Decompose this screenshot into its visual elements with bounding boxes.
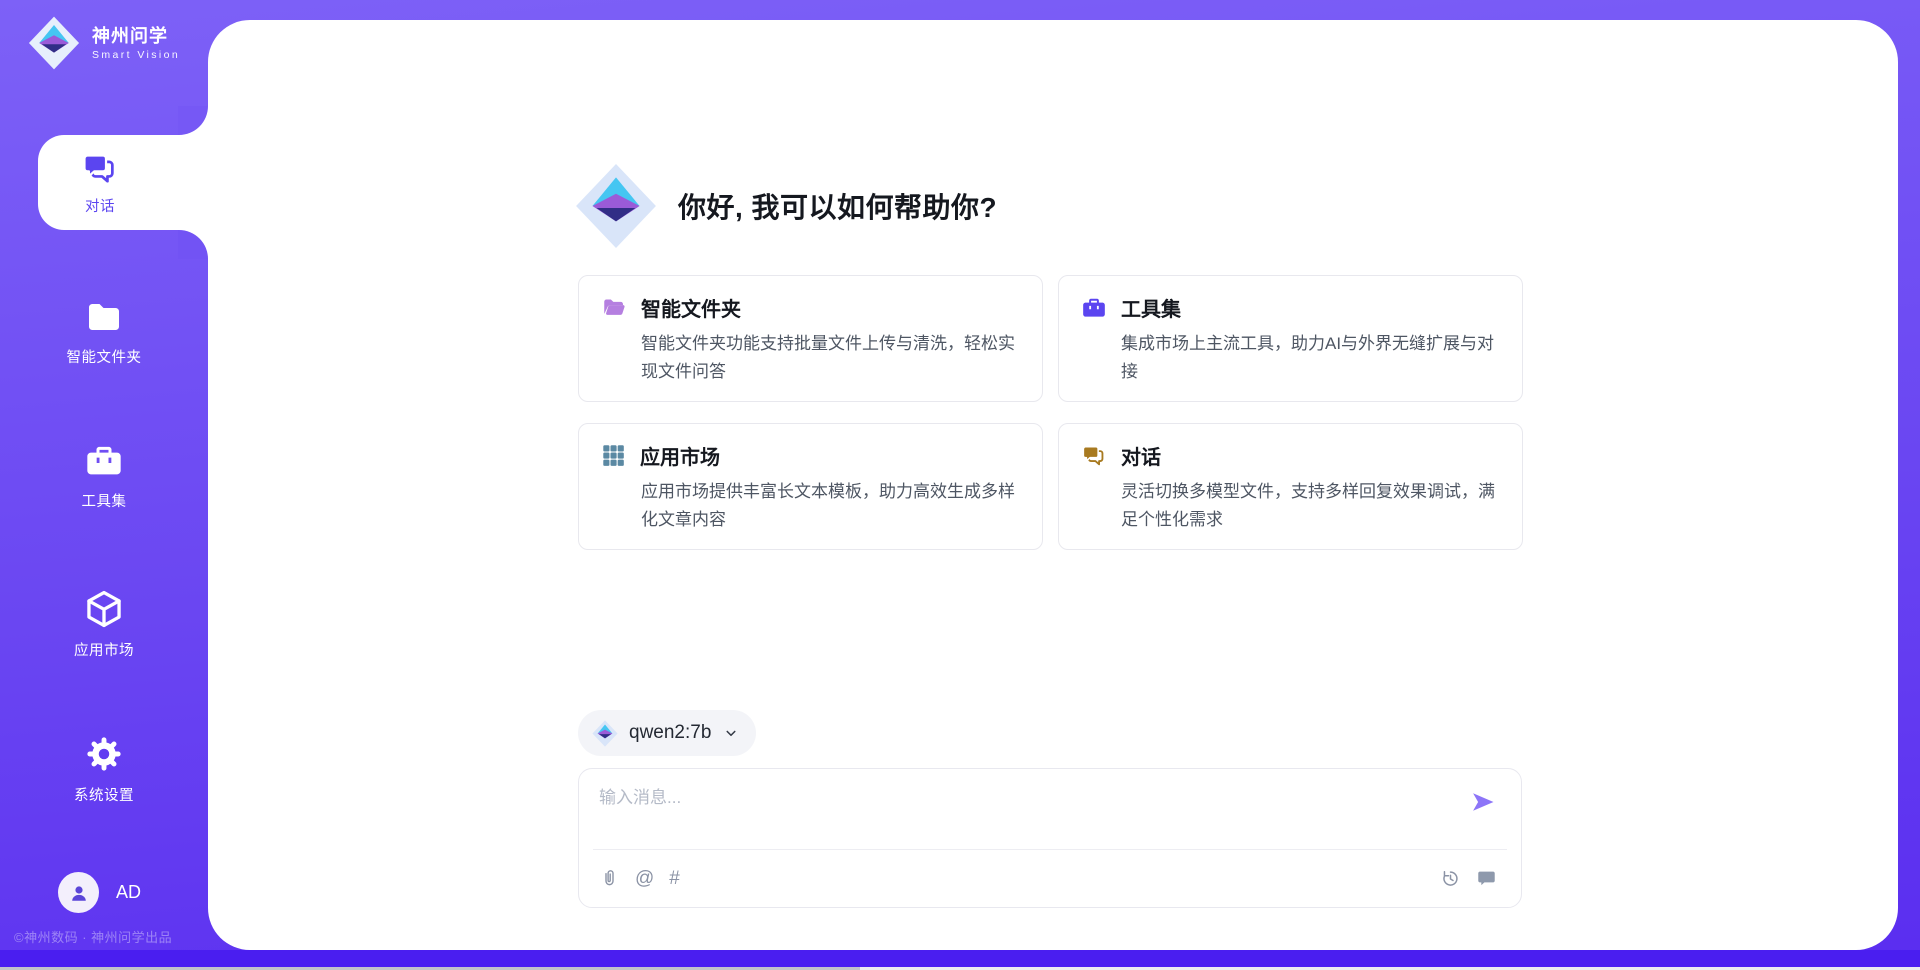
toolbar-right bbox=[1440, 868, 1497, 889]
card-chat[interactable]: 对话 灵活切换多模型文件，支持多样回复效果调试，满足个性化需求 bbox=[1058, 423, 1523, 550]
sidebar: 神州问学 Smart Vision 对话 bbox=[0, 0, 208, 970]
card-app-market[interactable]: 应用市场 应用市场提供丰富长文本模板，助力高效生成多样化文章内容 bbox=[578, 423, 1043, 550]
bottom-accent-strip bbox=[0, 950, 1920, 967]
card-title: 对话 bbox=[1121, 441, 1161, 470]
briefcase-icon bbox=[84, 441, 124, 481]
brand-text: 神州问学 Smart Vision bbox=[92, 25, 180, 62]
sidebar-item-label: 应用市场 bbox=[74, 639, 134, 660]
mention-icon[interactable]: @ bbox=[635, 869, 654, 888]
hashtag-icon[interactable]: # bbox=[669, 869, 680, 888]
sidebar-item-label: 对话 bbox=[85, 195, 115, 216]
card-description: 灵活切换多模型文件，支持多样回复效果调试，满足个性化需求 bbox=[1121, 478, 1500, 534]
grid-icon bbox=[601, 443, 626, 468]
card-smart-folder[interactable]: 智能文件夹 智能文件夹功能支持批量文件上传与清洗，轻松实现文件问答 bbox=[578, 275, 1043, 402]
history-icon[interactable] bbox=[1440, 868, 1461, 889]
copyright-text: ©神州数码 · 神州问学出品 bbox=[14, 927, 172, 946]
card-description: 智能文件夹功能支持批量文件上传与清洗，轻松实现文件问答 bbox=[641, 330, 1020, 386]
folder-open-icon bbox=[601, 295, 627, 321]
sidebar-item-label: 系统设置 bbox=[74, 784, 134, 805]
sidebar-item-label: 智能文件夹 bbox=[67, 346, 142, 367]
brand-subtitle: Smart Vision bbox=[92, 49, 180, 61]
card-toolset[interactable]: 工具集 集成市场上主流工具，助力AI与外界无缝扩展与对接 bbox=[1058, 275, 1523, 402]
brand-name: 神州问学 bbox=[92, 25, 180, 48]
sidebar-item-chat-inner: 对话 bbox=[38, 135, 162, 230]
message-composer: @ # bbox=[578, 768, 1522, 908]
model-name: qwen2:7b bbox=[629, 722, 711, 744]
card-title: 应用市场 bbox=[640, 441, 720, 470]
chevron-down-icon bbox=[722, 724, 740, 742]
brand-diamond-icon bbox=[28, 16, 80, 70]
composer-toolbar: @ # bbox=[599, 849, 1497, 907]
sidebar-item-toolset[interactable]: 工具集 bbox=[0, 441, 208, 511]
app-root: 神州问学 Smart Vision 对话 bbox=[0, 0, 1920, 970]
briefcase-icon bbox=[1081, 295, 1107, 321]
user-initials: AD bbox=[116, 882, 141, 903]
card-title: 工具集 bbox=[1121, 293, 1181, 322]
card-description: 集成市场上主流工具，助力AI与外界无缝扩展与对接 bbox=[1121, 330, 1500, 386]
model-selector[interactable]: qwen2:7b bbox=[578, 710, 756, 756]
avatar bbox=[58, 872, 99, 913]
feature-cards: 智能文件夹 智能文件夹功能支持批量文件上传与清洗，轻松实现文件问答 工具集 集成… bbox=[578, 275, 1523, 550]
sidebar-item-chat[interactable]: 对话 bbox=[38, 135, 209, 230]
paperclip-icon[interactable] bbox=[599, 868, 620, 889]
greeting-section: 你好, 我可以如何帮助你? bbox=[575, 163, 997, 249]
toolbar-left: @ # bbox=[599, 868, 680, 889]
gear-icon bbox=[83, 733, 125, 775]
comment-icon[interactable] bbox=[1476, 868, 1497, 889]
cube-icon bbox=[83, 588, 125, 630]
card-description: 应用市场提供丰富长文本模板，助力高效生成多样化文章内容 bbox=[641, 478, 1020, 534]
folder-icon bbox=[84, 297, 124, 337]
message-input[interactable] bbox=[599, 781, 1439, 815]
sidebar-item-smart-folder[interactable]: 智能文件夹 bbox=[0, 297, 208, 367]
sidebar-item-settings[interactable]: 系统设置 bbox=[0, 733, 208, 805]
card-title: 智能文件夹 bbox=[641, 293, 741, 322]
model-diamond-icon bbox=[592, 720, 618, 747]
chat-bubbles-icon bbox=[1081, 443, 1107, 469]
user-account[interactable]: AD bbox=[58, 872, 141, 913]
main-panel: 你好, 我可以如何帮助你? 智能文件夹 智能文件夹功能支持批量文件上传与清洗，轻… bbox=[208, 20, 1898, 950]
person-icon bbox=[67, 881, 91, 905]
greeting-diamond-icon bbox=[575, 163, 657, 249]
sidebar-item-label: 工具集 bbox=[82, 490, 127, 511]
chat-bubbles-icon bbox=[81, 150, 119, 188]
send-icon[interactable] bbox=[1469, 788, 1497, 816]
brand-logo: 神州问学 Smart Vision bbox=[28, 16, 180, 70]
sidebar-item-app-market[interactable]: 应用市场 bbox=[0, 588, 208, 660]
greeting-title: 你好, 我可以如何帮助你? bbox=[678, 186, 997, 226]
